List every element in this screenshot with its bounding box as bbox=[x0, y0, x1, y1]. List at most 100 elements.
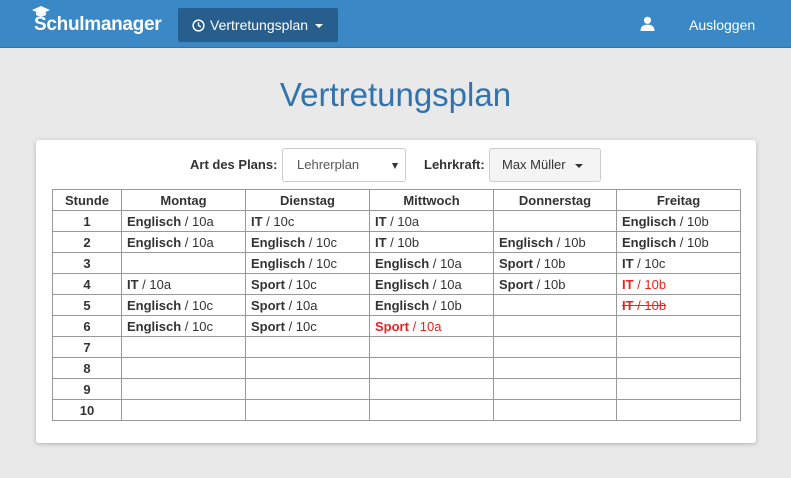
lesson-cell: Sport / 10c bbox=[245, 273, 370, 295]
hour-cell: 10 bbox=[52, 399, 122, 421]
brand-logo[interactable]: Schulmanager bbox=[32, 6, 162, 38]
lesson-class: 10c bbox=[644, 255, 666, 271]
lesson-class: 10c bbox=[273, 213, 295, 229]
lesson-class: 10c bbox=[295, 318, 317, 334]
lesson-cell bbox=[616, 357, 741, 379]
lesson-subject: Englisch bbox=[251, 255, 306, 271]
lesson-subject: Sport bbox=[251, 297, 285, 313]
lesson-cell bbox=[369, 399, 494, 421]
lesson-cell: Sport / 10b bbox=[493, 273, 617, 295]
header-monday: Montag bbox=[121, 189, 246, 211]
lesson-cell: Englisch / 10c bbox=[121, 294, 246, 316]
brand-name: Schulmanager bbox=[34, 14, 162, 35]
page-title: Vertretungsplan bbox=[279, 76, 512, 113]
top-navbar: Schulmanager Vertretungsplan Ausloggen bbox=[0, 0, 791, 48]
lesson-entry: Sport / 10a bbox=[375, 318, 442, 334]
header-thursday: Donnerstag bbox=[493, 189, 617, 211]
lesson-cell: IT / 10c bbox=[616, 252, 741, 274]
plan-type-label: Art des Plans: bbox=[190, 157, 278, 172]
lesson-cell bbox=[493, 315, 617, 337]
teacher-value: Max Müller bbox=[502, 157, 566, 172]
lesson-entry: IT / 10c bbox=[251, 213, 295, 229]
hour-cell: 6 bbox=[52, 315, 122, 337]
lesson-entry: Englisch / 10b bbox=[622, 213, 709, 229]
lesson-class: 10b bbox=[440, 297, 462, 313]
lesson-cell: Englisch / 10c bbox=[121, 315, 246, 337]
lesson-cell: Englisch / 10a bbox=[121, 231, 246, 253]
lesson-cell: Englisch / 10b bbox=[493, 231, 617, 253]
lesson-subject: Sport bbox=[251, 318, 285, 334]
lesson-subject: Englisch bbox=[375, 255, 430, 271]
lesson-cell bbox=[616, 336, 741, 358]
lesson-entry: Englisch / 10a bbox=[375, 276, 462, 292]
lesson-entry: Englisch / 10c bbox=[127, 318, 213, 334]
lesson-entry: IT / 10a bbox=[375, 213, 420, 229]
lesson-entry: Englisch / 10c bbox=[251, 234, 337, 250]
lesson-cell: Englisch / 10c bbox=[245, 231, 370, 253]
plan-type-select[interactable]: Lehrerplan bbox=[282, 148, 406, 182]
lesson-cell: IT / 10a bbox=[369, 210, 494, 232]
lesson-subject: Sport bbox=[251, 276, 285, 292]
hour-cell: 3 bbox=[52, 252, 122, 274]
header-wednesday: Mittwoch bbox=[369, 189, 494, 211]
table-row: 9 bbox=[52, 378, 741, 400]
lesson-entry: Sport / 10c bbox=[251, 318, 317, 334]
lesson-class: 10a bbox=[397, 213, 420, 229]
lesson-cell bbox=[493, 399, 617, 421]
lesson-cell bbox=[121, 399, 246, 421]
lesson-subject: Englisch bbox=[622, 213, 677, 229]
lesson-class: 10b bbox=[644, 276, 667, 292]
lesson-class: 10a bbox=[419, 318, 442, 334]
lesson-entry: Sport / 10c bbox=[251, 276, 317, 292]
lesson-cell bbox=[369, 378, 494, 400]
lesson-cell bbox=[493, 210, 617, 232]
lesson-cell bbox=[369, 357, 494, 379]
lesson-cell: Englisch / 10a bbox=[369, 273, 494, 295]
lesson-subject: Englisch bbox=[499, 234, 554, 250]
lesson-subject: IT bbox=[622, 276, 634, 292]
table-row: 5 Englisch / 10c Sport / 10a Englisch / 10b… bbox=[52, 294, 741, 316]
lesson-cell: Englisch / 10a bbox=[369, 252, 494, 274]
lesson-subject: IT bbox=[127, 276, 139, 292]
table-row: 1 Englisch / 10a IT / 10c IT / 10a Englisch … bbox=[52, 210, 741, 232]
lesson-cell bbox=[245, 336, 370, 358]
user-icon[interactable] bbox=[640, 16, 655, 31]
plan-card: Art des Plans: Lehrerplan Lehrkraft: Max… bbox=[36, 140, 756, 443]
lesson-subject: Englisch bbox=[127, 234, 182, 250]
table-row: 8 bbox=[52, 357, 741, 379]
lesson-entry: IT / 10b bbox=[375, 234, 420, 250]
schedule-body: 1 Englisch / 10a IT / 10c IT / 10a Englisch … bbox=[52, 210, 741, 421]
lesson-entry: Englisch / 10c bbox=[127, 297, 213, 313]
lesson-class: 10c bbox=[192, 318, 213, 334]
lesson-subject: IT bbox=[375, 213, 387, 229]
lesson-class: 10b bbox=[543, 276, 566, 292]
teacher-select-button[interactable]: Max Müller bbox=[489, 148, 601, 182]
lesson-cell bbox=[493, 294, 617, 316]
lesson-entry: Englisch / 10c bbox=[251, 255, 337, 271]
lesson-cell: Sport / 10b bbox=[493, 252, 617, 274]
lesson-class: 10c bbox=[295, 276, 317, 292]
logout-link[interactable]: Ausloggen bbox=[689, 17, 755, 33]
vertretungsplan-menu-button[interactable]: Vertretungsplan bbox=[178, 8, 338, 42]
hour-cell: 5 bbox=[52, 294, 122, 316]
chevron-down-icon bbox=[315, 24, 324, 28]
filter-row: Art des Plans: Lehrerplan Lehrkraft: Max… bbox=[36, 140, 756, 190]
hour-cell: 2 bbox=[52, 231, 122, 253]
header-hour: Stunde bbox=[52, 189, 122, 211]
table-row: 2 Englisch / 10a Englisch / 10c IT / 10b Eng… bbox=[52, 231, 741, 253]
hour-cell: 7 bbox=[52, 336, 122, 358]
table-row: 4 IT / 10a Sport / 10c Englisch / 10a Sport … bbox=[52, 273, 741, 295]
lesson-cell bbox=[493, 357, 617, 379]
lesson-subject: Englisch bbox=[127, 297, 182, 313]
table-row: 6 Englisch / 10c Sport / 10c Sport / 10a bbox=[52, 315, 741, 337]
lesson-cell bbox=[121, 336, 246, 358]
lesson-cell bbox=[493, 378, 617, 400]
lesson-entry: IT / 10c bbox=[622, 255, 666, 271]
hour-cell: 4 bbox=[52, 273, 122, 295]
lesson-entry: Englisch / 10a bbox=[127, 234, 214, 250]
clock-icon bbox=[192, 18, 205, 32]
lesson-subject: Englisch bbox=[127, 213, 182, 229]
select-arrow-icon bbox=[392, 163, 398, 169]
lesson-cell bbox=[616, 378, 741, 400]
lesson-cell bbox=[121, 357, 246, 379]
